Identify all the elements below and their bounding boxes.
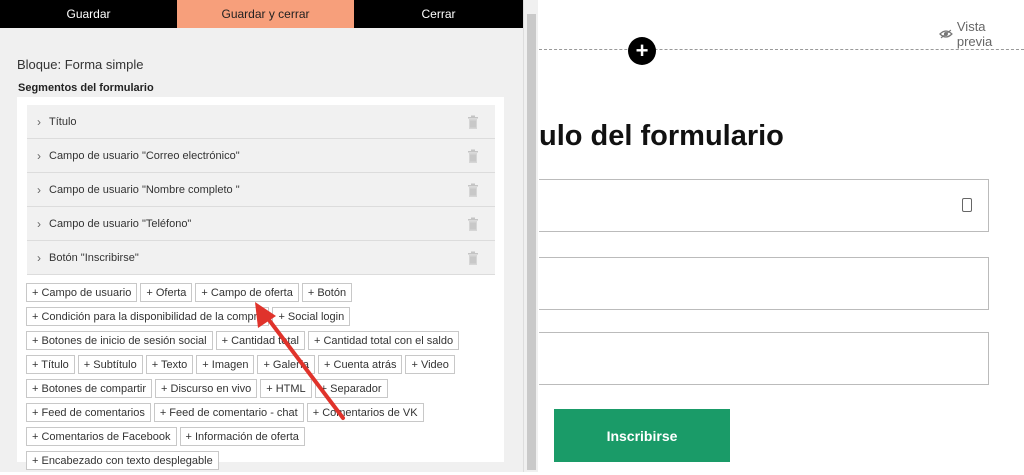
- add-live-speech-button[interactable]: + Discurso en vivo: [155, 379, 258, 398]
- add-section-button[interactable]: +: [628, 37, 656, 65]
- add-total-with-balance-button[interactable]: + Cantidad total con el saldo: [307, 331, 460, 350]
- add-video-button[interactable]: + Video: [405, 355, 455, 374]
- chevron-right-icon: ›: [37, 182, 41, 197]
- add-social-login-buttons-button[interactable]: + Botones de inicio de sesión social: [26, 331, 213, 350]
- segments-heading: Segmentos del formulario: [18, 82, 154, 94]
- trash-icon[interactable]: [467, 183, 479, 197]
- trash-icon[interactable]: [467, 115, 479, 129]
- save-and-close-button[interactable]: Guardar y cerrar: [177, 0, 354, 28]
- add-comments-feed-button[interactable]: + Feed de comentarios: [26, 403, 151, 422]
- add-offer-field-button[interactable]: + Campo de oferta: [195, 283, 299, 302]
- add-image-button[interactable]: + Imagen: [196, 355, 255, 374]
- add-purchase-condition-button[interactable]: + Condición para la disponibilidad de la…: [26, 307, 270, 326]
- add-countdown-button[interactable]: + Cuenta atrás: [318, 355, 403, 374]
- editor-panel: Guardar Guardar y cerrar Cerrar Bloque: …: [0, 0, 523, 472]
- email-field[interactable]: [539, 179, 989, 232]
- add-offer-button[interactable]: + Oferta: [140, 283, 193, 302]
- fullname-field[interactable]: [539, 257, 989, 310]
- add-total-amount-button[interactable]: + Cantidad total: [215, 331, 305, 350]
- add-vk-comments-button[interactable]: + Comentarios de VK: [306, 403, 424, 422]
- trash-icon[interactable]: [467, 217, 479, 231]
- add-gallery-button[interactable]: + Galería: [257, 355, 316, 374]
- segment-row-email[interactable]: › Campo de usuario "Correo electrónico": [27, 139, 495, 173]
- add-title-button[interactable]: + Título: [26, 355, 75, 374]
- trash-icon[interactable]: [467, 251, 479, 265]
- add-facebook-comments-button[interactable]: + Comentarios de Facebook: [26, 427, 177, 446]
- add-separator-button[interactable]: + Separador: [314, 379, 388, 398]
- add-button-button[interactable]: + Botón: [301, 283, 353, 302]
- form-title: ulo del formulario: [539, 120, 784, 152]
- chevron-right-icon: ›: [37, 148, 41, 163]
- segment-label: Botón "Inscribirse": [49, 251, 139, 264]
- add-social-login-button[interactable]: + Social login: [272, 307, 351, 326]
- plus-icon: +: [635, 38, 649, 63]
- segments-card: › Título › Campo de usuario "Correo elec…: [17, 97, 504, 470]
- add-collapsible-header-button[interactable]: + Encabezado con texto desplegable: [26, 451, 219, 470]
- segment-row-title[interactable]: › Título: [27, 105, 495, 139]
- contact-card-icon: [962, 198, 972, 212]
- add-offer-info-button[interactable]: + Información de oferta: [179, 427, 305, 446]
- preview-link[interactable]: Vista previa: [939, 19, 1024, 49]
- phone-field[interactable]: [539, 332, 989, 385]
- section-divider: [539, 49, 1024, 50]
- chevron-right-icon: ›: [37, 216, 41, 231]
- signup-submit-button[interactable]: Inscribirse: [554, 409, 730, 462]
- editor-toolbar: Guardar Guardar y cerrar Cerrar: [0, 0, 523, 28]
- add-subtitle-button[interactable]: + Subtítulo: [77, 355, 143, 374]
- segment-row-signup-button[interactable]: › Botón "Inscribirse": [27, 241, 495, 275]
- add-segment-buttons: + Campo de usuario + Oferta + Campo de o…: [26, 283, 496, 475]
- chevron-right-icon: ›: [37, 114, 41, 129]
- block-title: Bloque: Forma simple: [17, 57, 144, 72]
- add-user-field-button[interactable]: + Campo de usuario: [26, 283, 138, 302]
- segment-label: Campo de usuario "Correo electrónico": [49, 149, 240, 162]
- segment-label: Campo de usuario "Teléfono": [49, 217, 192, 230]
- segment-label: Título: [49, 115, 77, 128]
- chevron-right-icon: ›: [37, 250, 41, 265]
- add-html-button[interactable]: + HTML: [260, 379, 312, 398]
- segments-list: › Título › Campo de usuario "Correo elec…: [27, 105, 495, 275]
- add-share-buttons-button[interactable]: + Botones de compartir: [26, 379, 153, 398]
- save-button[interactable]: Guardar: [0, 0, 177, 28]
- segment-row-fullname[interactable]: › Campo de usuario "Nombre completo ": [27, 173, 495, 207]
- eye-icon: [939, 29, 953, 39]
- segment-label: Campo de usuario "Nombre completo ": [49, 183, 240, 196]
- preview-link-label: Vista previa: [956, 19, 993, 49]
- close-button[interactable]: Cerrar: [354, 0, 523, 28]
- preview-area: [539, 0, 1024, 472]
- add-comments-chat-button[interactable]: + Feed de comentario - chat: [153, 403, 304, 422]
- segment-row-phone[interactable]: › Campo de usuario "Teléfono": [27, 207, 495, 241]
- add-text-button[interactable]: + Texto: [145, 355, 194, 374]
- panel-scrollbar-thumb[interactable]: [527, 14, 536, 470]
- trash-icon[interactable]: [467, 149, 479, 163]
